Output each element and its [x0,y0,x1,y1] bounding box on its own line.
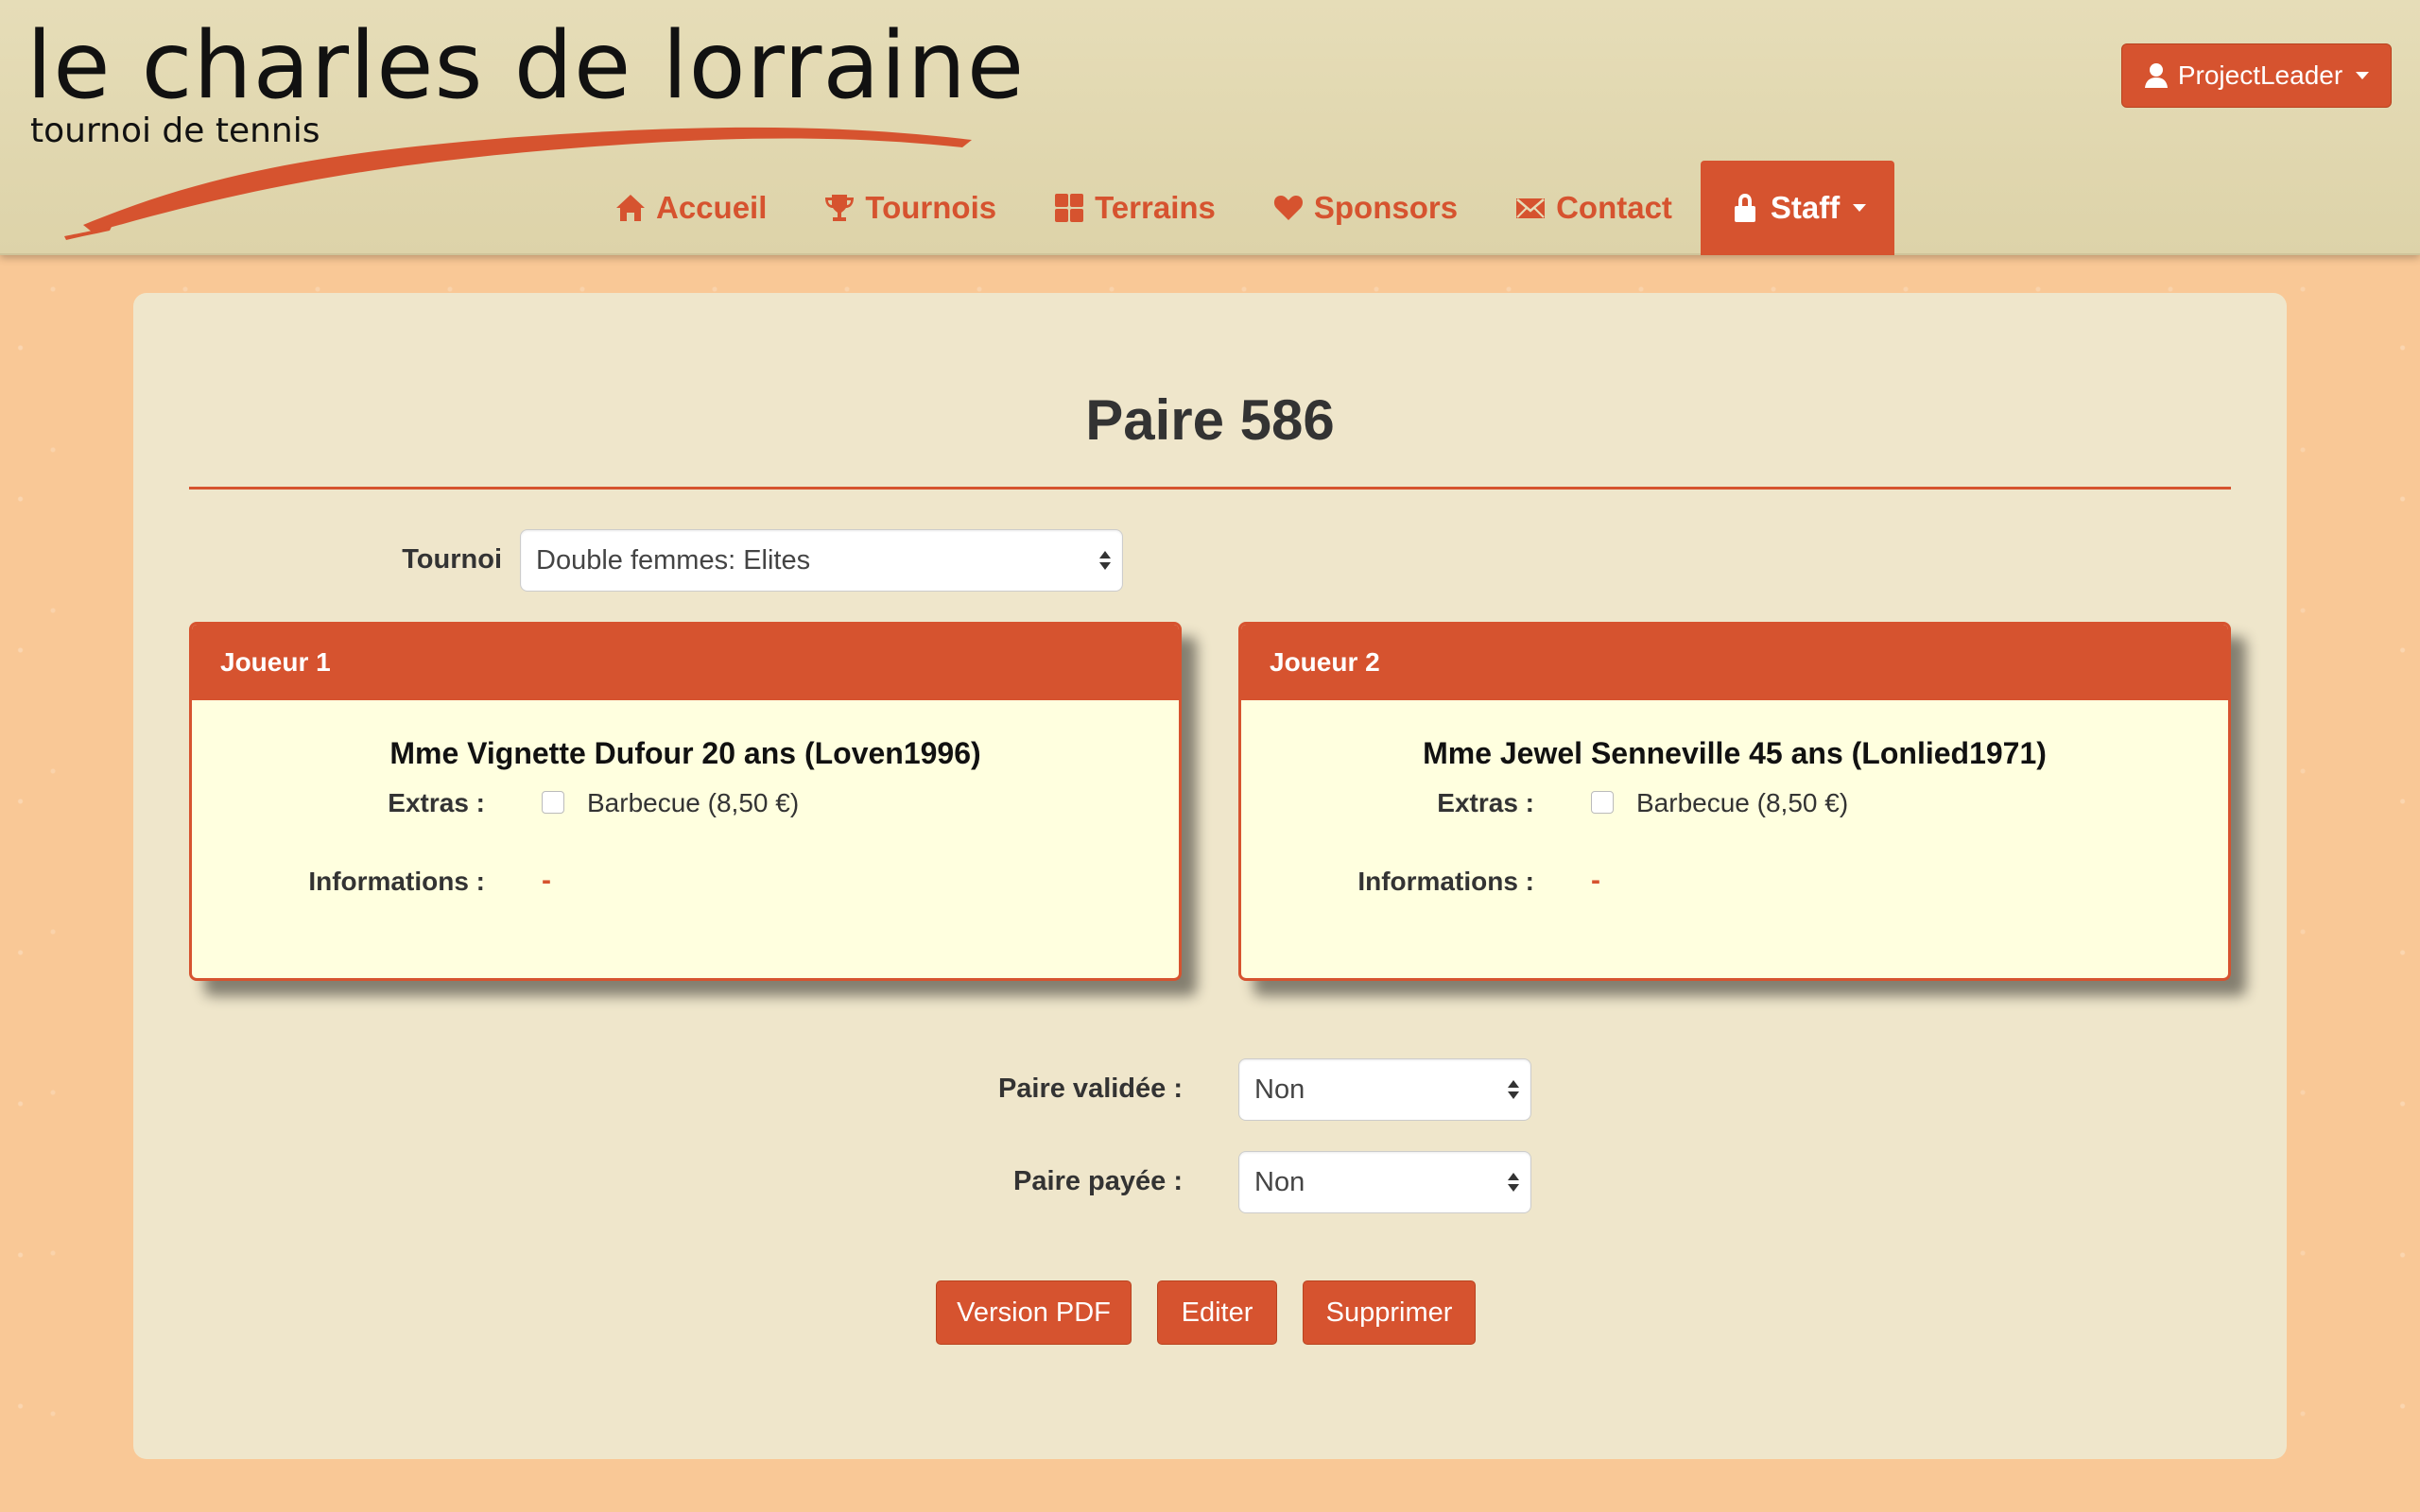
grid-icon [1055,194,1084,222]
informations-value: - [1591,865,1600,896]
barbecue-label: Barbecue (8,50 €) [1636,788,1849,817]
paire-validee-select[interactable]: Non [1238,1058,1531,1121]
informations-label: Informations : [1357,867,1534,896]
select-arrows-icon [1508,1080,1519,1099]
nav-item-terrains[interactable]: Terrains [1025,161,1244,255]
nav-label: Terrains [1095,190,1216,225]
player-card-header: Joueur 1 [192,625,1179,700]
heart-icon [1273,196,1303,220]
home-icon [616,195,645,221]
player-card-1: Joueur 1 Mme Vignette Dufour 20 ans (Lov… [189,622,1182,981]
informations-label: Informations : [308,867,485,896]
nav-item-tournois[interactable]: Tournois [795,161,1025,255]
nav-label: Contact [1556,190,1672,225]
nav-item-accueil[interactable]: Accueil [586,161,795,255]
player-name: Mme Vignette Dufour 20 ans (Loven1996) [389,736,981,770]
paire-validee-label: Paire validée : [997,1074,1183,1104]
edit-button[interactable]: Editer [1157,1280,1277,1345]
nav-label: Accueil [656,190,768,225]
logo-subtitle: tournoi de tennis [30,112,320,150]
barbecue-checkbox[interactable] [542,791,564,814]
tournoi-label: Tournoi [402,544,502,575]
player-card-2: Joueur 2 Mme Jewel Senneville 45 ans (Lo… [1238,622,2231,981]
chevron-down-icon [1853,204,1867,212]
barbecue-label: Barbecue (8,50 €) [587,788,800,817]
lock-icon [1734,194,1755,222]
page-title: Paire 586 [1085,388,1335,452]
tournoi-select-value: Double femmes: Elites [536,544,811,576]
player-name: Mme Jewel Senneville 45 ans (Lonlied1971… [1423,736,2047,770]
title-divider [189,487,2231,490]
tournoi-select[interactable]: Double femmes: Elites [520,529,1123,592]
main-panel: Paire 586 Tournoi Double femmes: Elites … [133,293,2287,1459]
main-nav: Accueil Tournois Terrains Sponsors Conta… [586,161,1895,255]
extras-label: Extras : [1437,788,1534,817]
paire-payee-label: Paire payée : [1013,1166,1183,1196]
paire-validee-value: Non [1254,1074,1305,1105]
nav-label: Tournois [865,190,997,225]
user-menu-button[interactable]: ProjectLeader [2121,43,2392,108]
version-pdf-button[interactable]: Version PDF [936,1280,1132,1345]
player-card-header: Joueur 2 [1241,625,2228,700]
chevron-down-icon [2356,72,2370,79]
barbecue-checkbox[interactable] [1591,791,1614,814]
delete-button[interactable]: Supprimer [1303,1280,1476,1345]
trophy-icon [825,195,855,221]
paire-payee-select[interactable]: Non [1238,1151,1531,1213]
informations-value: - [542,865,551,896]
extras-label: Extras : [388,788,485,817]
nav-label: Sponsors [1313,190,1459,225]
envelope-icon [1516,198,1546,218]
select-arrows-icon [1099,551,1111,570]
nav-item-sponsors[interactable]: Sponsors [1244,161,1486,255]
select-arrows-icon [1508,1173,1519,1192]
nav-item-contact[interactable]: Contact [1486,161,1701,255]
nav-label: Staff [1770,190,1841,225]
site-header: le charles de lorraine tournoi de tennis… [0,0,2420,255]
nav-item-staff[interactable]: Staff [1700,161,1895,255]
user-menu-label: ProjectLeader [2177,60,2343,90]
logo-title: le charles de lorraine [26,12,1026,120]
paire-payee-value: Non [1254,1166,1305,1197]
user-icon [2144,63,2168,88]
